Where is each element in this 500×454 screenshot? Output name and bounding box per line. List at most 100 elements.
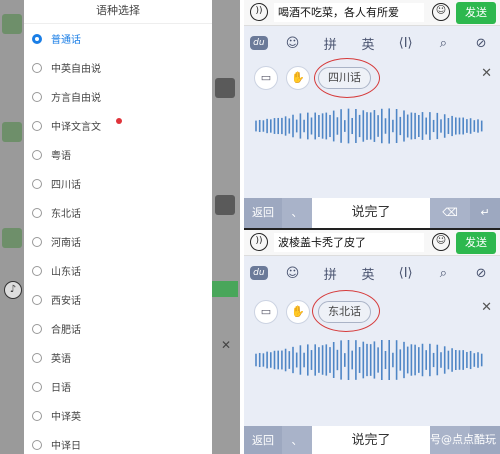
- language-option[interactable]: 英语: [24, 343, 212, 372]
- language-option-label: 中英自由说: [51, 64, 101, 75]
- radio-icon[interactable]: [32, 207, 42, 218]
- back-button[interactable]: 返回: [244, 426, 282, 454]
- voice-tool-row: ▭ ✋ 四川话 ✕: [244, 58, 500, 98]
- hide-keyboard-icon[interactable]: ⊘: [468, 266, 494, 281]
- language-option-label: 方言自由说: [51, 93, 101, 104]
- radio-icon[interactable]: [32, 294, 42, 305]
- language-option[interactable]: 四川话: [24, 169, 212, 198]
- language-select-screen: ♪ ✕ 语种选择 普通话中英自由说方言自由说中译文言文粤语四川话东北话 河南话山东…: [0, 0, 240, 454]
- message-input[interactable]: 波棱盖卡秃了皮了: [274, 233, 424, 252]
- language-option-label: 英语: [51, 354, 71, 365]
- english-button[interactable]: 英: [355, 264, 381, 283]
- background-send-button: [212, 281, 238, 297]
- emoji-icon[interactable]: ☺: [432, 3, 450, 21]
- search-icon[interactable]: ⌕: [430, 36, 456, 51]
- language-option-label: 中译英: [51, 412, 81, 423]
- radio-icon[interactable]: [32, 381, 42, 392]
- language-option-label: 中译文言文: [51, 122, 101, 133]
- gesture-icon[interactable]: ✋: [286, 300, 310, 324]
- toolbox-icon[interactable]: ▭: [254, 300, 278, 324]
- toolbox-icon[interactable]: ▭: [254, 66, 278, 90]
- radio-icon[interactable]: [32, 91, 42, 102]
- close-icon: ✕: [221, 338, 232, 352]
- language-option-label: 四川话: [51, 180, 81, 191]
- emoji-tool-icon[interactable]: ☺: [280, 36, 306, 51]
- message-input[interactable]: 喝酒不吃菜，各人有所爱: [274, 3, 424, 22]
- voice-waveform: [244, 340, 500, 380]
- delete-key[interactable]: ⌫: [430, 198, 470, 228]
- language-option-label: 山东话: [51, 267, 81, 278]
- language-option-label: 西安话: [51, 296, 81, 307]
- send-button[interactable]: 发送: [456, 232, 496, 254]
- close-icon[interactable]: ✕: [481, 66, 492, 81]
- language-option[interactable]: 中译文言文: [24, 111, 212, 140]
- done-speaking-button[interactable]: 说完了: [312, 198, 430, 228]
- voice-tool-row: ▭ ✋ 东北话 ✕: [244, 290, 500, 332]
- sticker-thumb: [215, 78, 235, 98]
- language-option[interactable]: 合肥话: [24, 314, 212, 343]
- radio-selected-icon[interactable]: [32, 33, 42, 44]
- language-option-label: 普通话: [51, 35, 81, 46]
- voice-icon: ♪: [4, 281, 22, 299]
- hide-keyboard-icon[interactable]: ⊘: [468, 36, 494, 51]
- back-button[interactable]: 返回: [244, 198, 282, 228]
- language-option[interactable]: 中译日: [24, 430, 212, 454]
- voice-toggle-icon[interactable]: )): [250, 3, 268, 21]
- language-option-label: 粤语: [51, 151, 71, 162]
- du-logo-icon[interactable]: du: [249, 266, 268, 280]
- language-option-label: 中译日: [51, 441, 81, 452]
- language-option[interactable]: 山东话: [24, 256, 212, 285]
- annotation-circle: [314, 58, 380, 98]
- avatar: [2, 14, 22, 34]
- sheet-title: 语种选择: [24, 0, 212, 24]
- pinyin-button[interactable]: 拼: [317, 264, 343, 283]
- punctuation-key[interactable]: 、: [282, 198, 312, 228]
- cursor-icon[interactable]: ⟨I⟩: [393, 36, 419, 51]
- radio-icon[interactable]: [32, 410, 42, 421]
- language-option[interactable]: 西安话: [24, 285, 212, 314]
- radio-icon[interactable]: [32, 120, 42, 131]
- sticker-thumb: [215, 195, 235, 215]
- voice-bottom-bar: 返回 、 说完了 ⌫ ↵: [244, 198, 500, 228]
- radio-icon[interactable]: [32, 62, 42, 73]
- radio-icon[interactable]: [32, 352, 42, 363]
- cursor-icon[interactable]: ⟨I⟩: [393, 266, 419, 281]
- language-option[interactable]: 普通话: [24, 24, 212, 53]
- language-option[interactable]: 日语: [24, 372, 212, 401]
- radio-icon[interactable]: [32, 178, 42, 189]
- voice-input-panel-dongbei: )) 波棱盖卡秃了皮了 ☺ 发送 du ☺ 拼 英 ⟨I⟩ ⌕ ⊘ ▭ ✋ 东北…: [244, 230, 500, 454]
- language-option[interactable]: 中译英: [24, 401, 212, 430]
- language-option[interactable]: 方言自由说: [24, 82, 212, 111]
- emoji-tool-icon[interactable]: ☺: [280, 266, 306, 281]
- english-button[interactable]: 英: [355, 34, 381, 53]
- radio-icon[interactable]: [32, 149, 42, 160]
- du-logo-icon[interactable]: du: [249, 36, 268, 50]
- enter-key[interactable]: ↵: [470, 198, 500, 228]
- send-button[interactable]: 发送: [456, 2, 496, 24]
- radio-icon[interactable]: [32, 439, 42, 450]
- avatar: [2, 228, 22, 248]
- background-chat-list: [0, 0, 24, 454]
- language-option[interactable]: 粤语: [24, 140, 212, 169]
- language-option[interactable]: 中英自由说: [24, 53, 212, 82]
- language-option[interactable]: 河南话: [24, 227, 212, 256]
- radio-icon[interactable]: [32, 323, 42, 334]
- radio-icon[interactable]: [32, 265, 42, 276]
- emoji-icon[interactable]: ☺: [432, 233, 450, 251]
- keyboard-toolbar: du ☺ 拼 英 ⟨I⟩ ⌕ ⊘: [244, 28, 500, 58]
- language-option[interactable]: 东北话: [24, 198, 212, 227]
- close-icon[interactable]: ✕: [481, 300, 492, 315]
- voice-input-panel-sichuan: )) 喝酒不吃菜，各人有所爱 ☺ 发送 du ☺ 拼 英 ⟨I⟩ ⌕ ⊘ ▭ ✋…: [244, 0, 500, 228]
- radio-icon[interactable]: [32, 236, 42, 247]
- keyboard-toolbar: du ☺ 拼 英 ⟨I⟩ ⌕ ⊘: [244, 258, 500, 288]
- search-icon[interactable]: ⌕: [430, 266, 456, 281]
- avatar: [2, 122, 22, 142]
- annotation-circle: [312, 290, 380, 332]
- gesture-icon[interactable]: ✋: [286, 66, 310, 90]
- punctuation-key[interactable]: 、: [282, 426, 312, 454]
- voice-waveform: [244, 106, 500, 146]
- language-option-label: 合肥话: [51, 325, 81, 336]
- voice-toggle-icon[interactable]: )): [250, 233, 268, 251]
- pinyin-button[interactable]: 拼: [317, 34, 343, 53]
- new-badge-icon: [116, 118, 122, 124]
